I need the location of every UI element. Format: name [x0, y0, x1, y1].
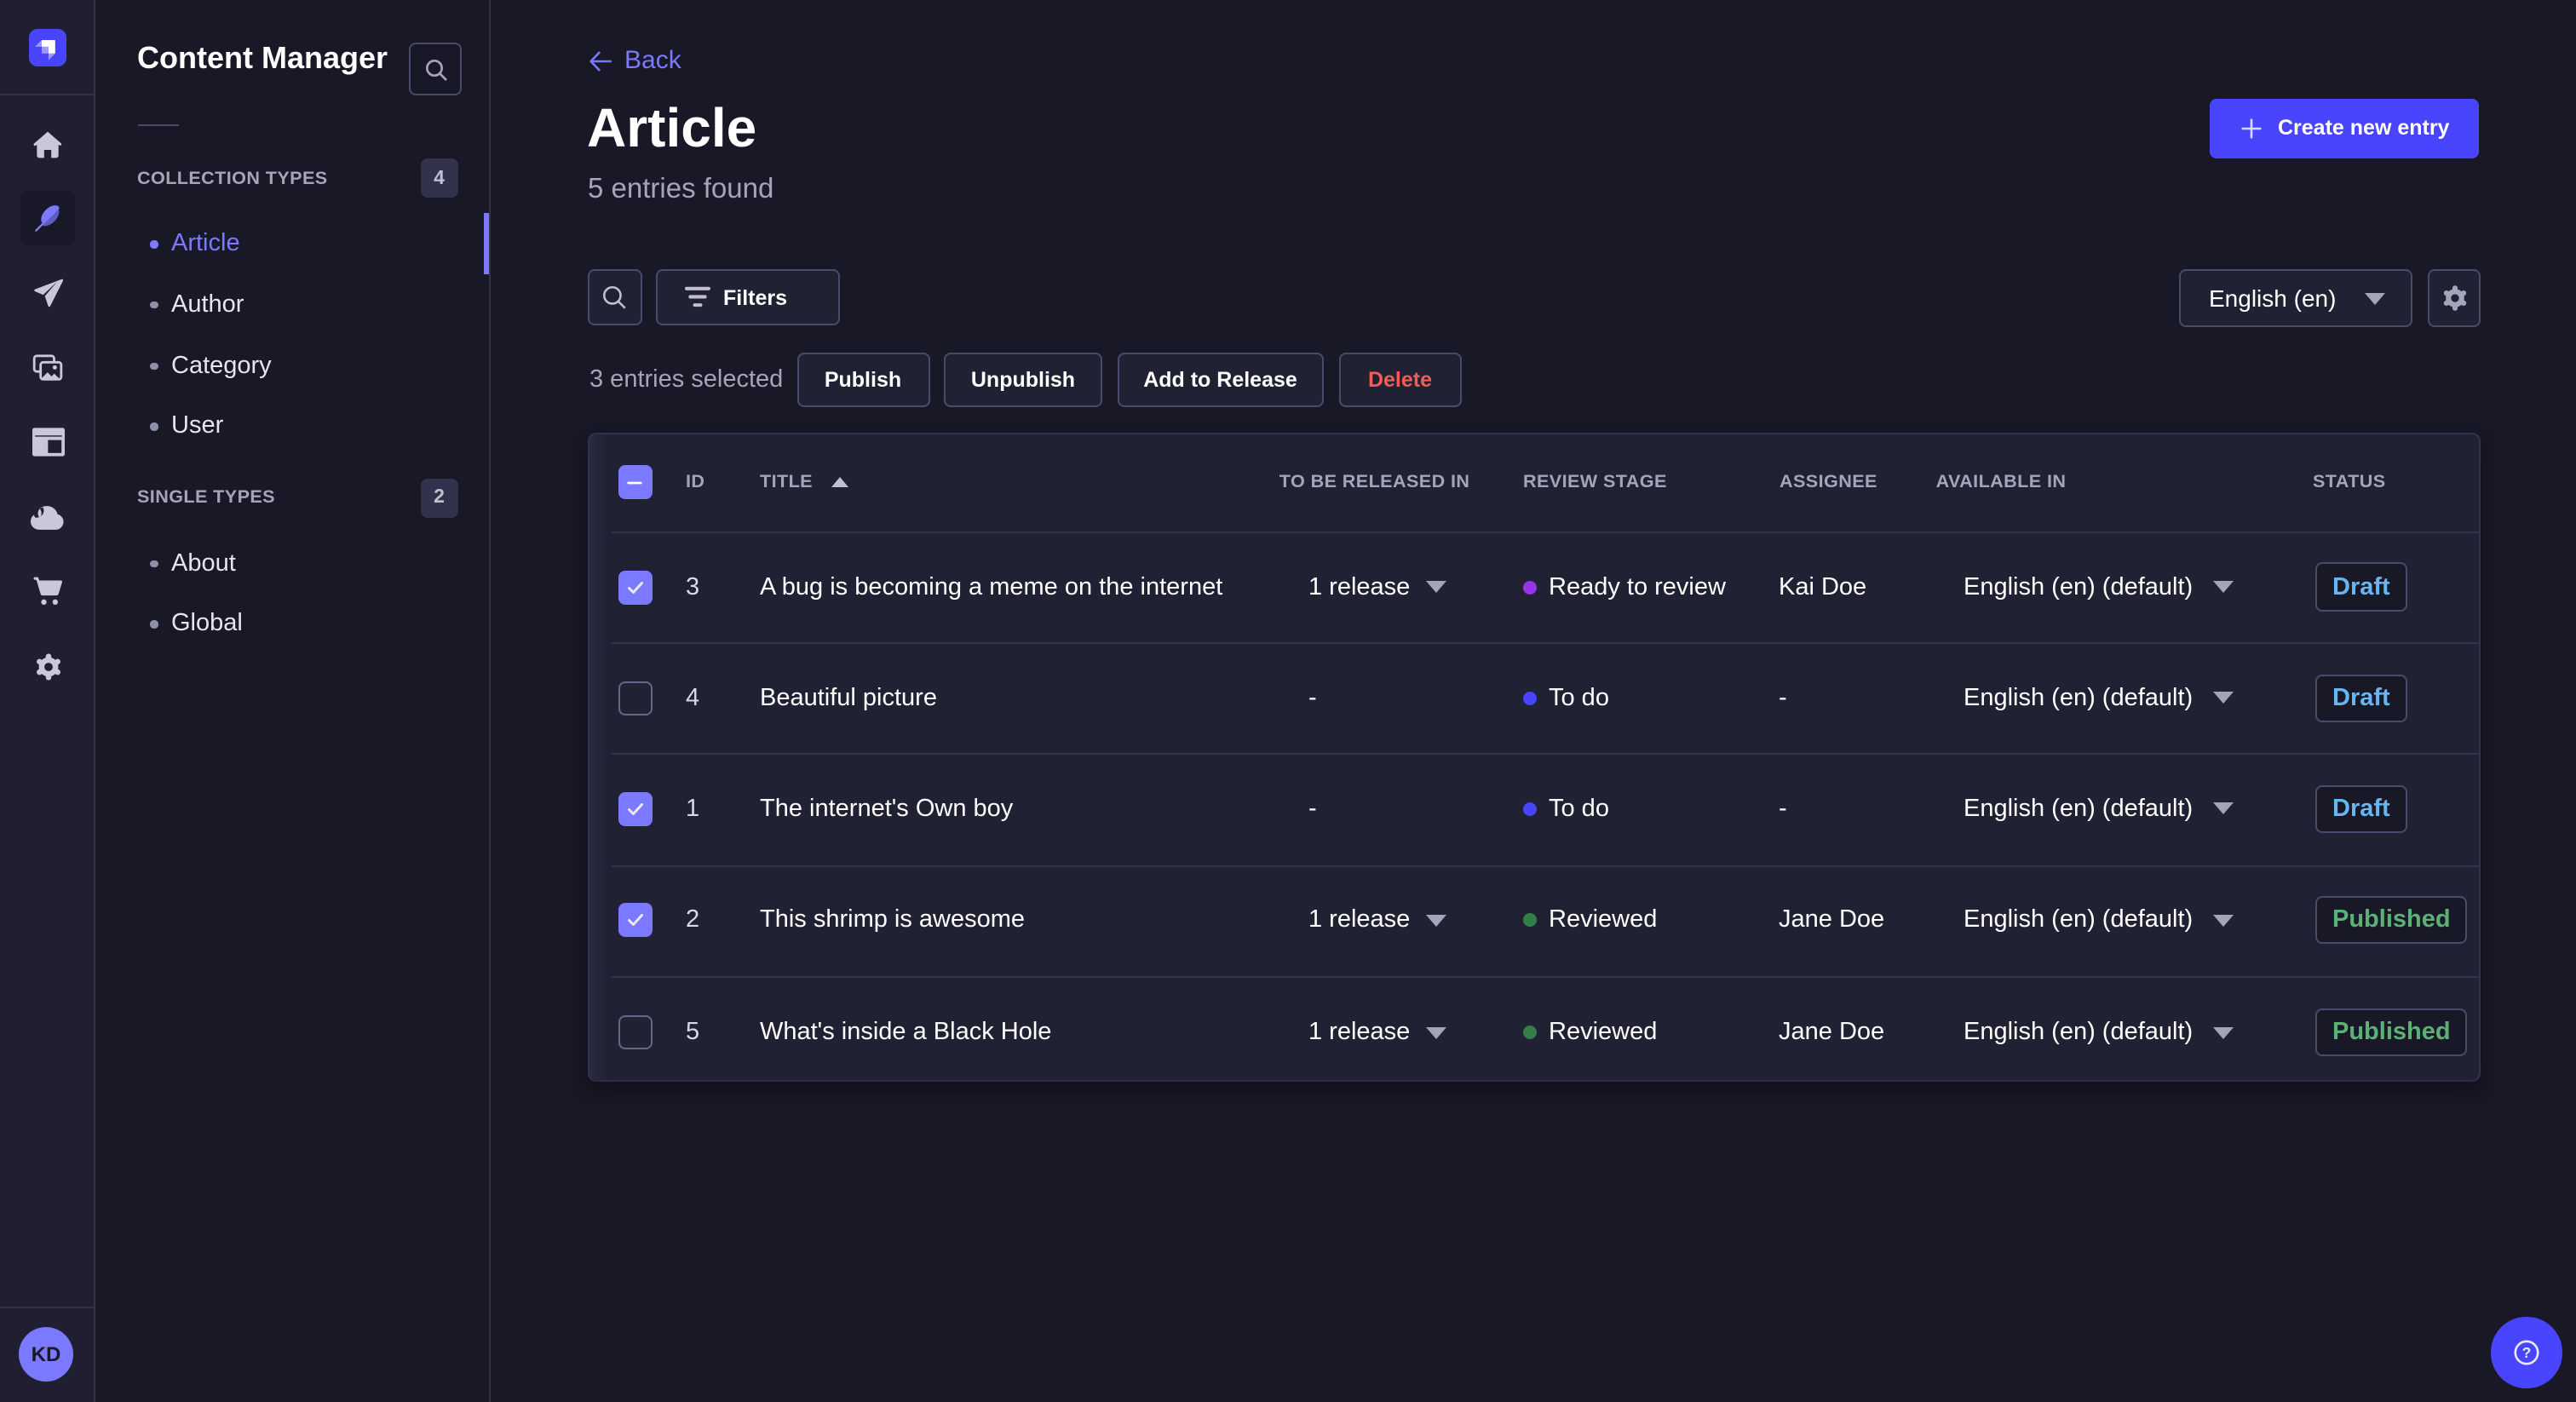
svg-text:?: ? — [2521, 1344, 2531, 1361]
